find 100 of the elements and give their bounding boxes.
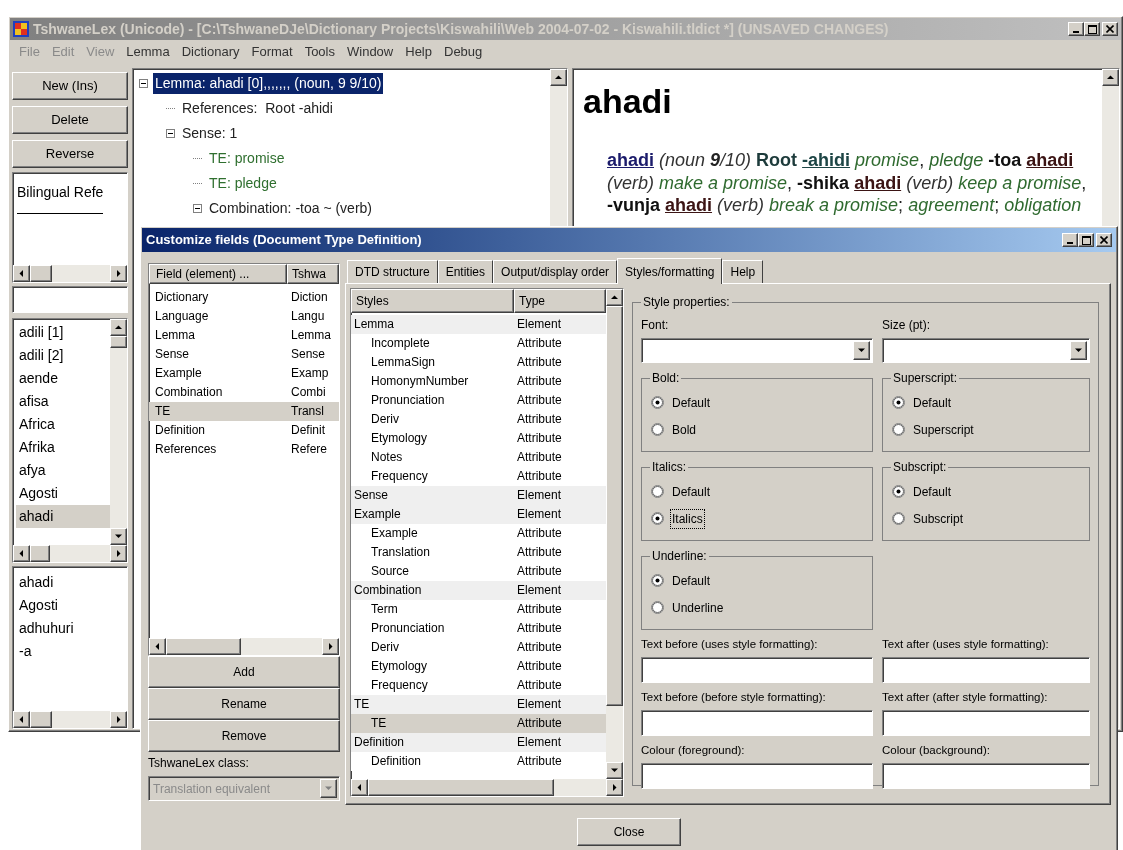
- scroll-right-button[interactable]: [110, 711, 127, 728]
- text-field[interactable]: [882, 710, 1090, 736]
- horizontal-scrollbar[interactable]: [13, 545, 127, 562]
- text-field[interactable]: [641, 710, 873, 736]
- maximize-button[interactable]: [1084, 22, 1100, 36]
- list-item[interactable]: ahadi: [19, 571, 127, 594]
- scroll-up-button[interactable]: [606, 289, 623, 306]
- radio-label[interactable]: Superscript: [912, 420, 975, 439]
- scroll-left-button[interactable]: [351, 779, 368, 796]
- radio-label[interactable]: Default: [671, 482, 712, 501]
- radio-label[interactable]: Bold: [671, 420, 698, 439]
- scroll-left-button[interactable]: [149, 638, 166, 655]
- close-dialog-button[interactable]: Close: [577, 818, 681, 846]
- radio-button[interactable]: [651, 396, 664, 409]
- horizontal-scrollbar[interactable]: [149, 638, 339, 655]
- list-row[interactable]: TE Element: [351, 695, 606, 714]
- list-item[interactable]: Agosti: [19, 594, 127, 617]
- scroll-thumb[interactable]: [368, 779, 554, 796]
- menu-item[interactable]: Dictionary: [175, 42, 246, 62]
- radio-button[interactable]: [892, 485, 905, 498]
- scroll-up-button[interactable]: [550, 69, 567, 86]
- radio-button[interactable]: [651, 512, 664, 525]
- list-item[interactable]: adili [2]: [16, 344, 110, 367]
- text-field[interactable]: [641, 763, 873, 789]
- list-item[interactable]: -a: [19, 640, 127, 663]
- scroll-down-button[interactable]: [606, 762, 623, 779]
- list-row[interactable]: Definition Definit: [149, 421, 339, 440]
- horizontal-scrollbar[interactable]: [351, 779, 623, 796]
- tree-item[interactable]: Combination: -toa ~ (verb): [207, 198, 375, 219]
- horizontal-scrollbar[interactable]: [13, 711, 127, 728]
- size-dropdown[interactable]: [882, 338, 1090, 363]
- tree-item[interactable]: References: Root -ahidi: [180, 98, 335, 119]
- list-row[interactable]: Sense Sense: [149, 345, 339, 364]
- minimize-button[interactable]: [1062, 233, 1078, 247]
- column-header[interactable]: Type: [514, 289, 606, 313]
- command-button[interactable]: Delete: [12, 106, 128, 134]
- radio-button[interactable]: [651, 423, 664, 436]
- tab[interactable]: DTD structure: [347, 260, 438, 283]
- list-item[interactable]: adhuhuri: [19, 617, 127, 640]
- text-field[interactable]: [882, 657, 1090, 683]
- search-field[interactable]: [12, 286, 128, 313]
- list-row[interactable]: References Refere: [149, 440, 339, 459]
- maximize-button[interactable]: [1078, 233, 1094, 247]
- list-item[interactable]: Africa: [16, 413, 110, 436]
- command-button[interactable]: Reverse: [12, 140, 128, 168]
- list-row[interactable]: Language Langu: [149, 307, 339, 326]
- scroll-thumb[interactable]: [110, 336, 127, 348]
- list-item[interactable]: adili [1]: [16, 321, 110, 344]
- scroll-right-button[interactable]: [606, 779, 623, 796]
- command-button[interactable]: Add: [148, 656, 340, 688]
- tree-item[interactable]: TE: pledge: [207, 173, 279, 194]
- scroll-right-button[interactable]: [322, 638, 339, 655]
- list-row[interactable]: Example Element: [351, 505, 606, 524]
- vertical-scrollbar[interactable]: [110, 319, 127, 545]
- scroll-left-button[interactable]: [13, 265, 30, 282]
- command-button[interactable]: New (Ins): [12, 72, 128, 100]
- list-item[interactable]: aende: [16, 367, 110, 390]
- tab[interactable]: Entities: [437, 260, 494, 283]
- radio-label[interactable]: Italics: [671, 509, 704, 528]
- list-row[interactable]: Example Examp: [149, 364, 339, 383]
- radio-label[interactable]: Default: [671, 571, 712, 590]
- collapse-icon[interactable]: [139, 79, 148, 88]
- vertical-scrollbar[interactable]: [606, 289, 623, 779]
- menu-item[interactable]: Debug: [438, 42, 489, 62]
- scroll-right-button[interactable]: [110, 545, 127, 562]
- menu-item[interactable]: Help: [399, 42, 438, 62]
- command-button[interactable]: Remove: [148, 720, 340, 752]
- scroll-thumb[interactable]: [166, 638, 241, 655]
- radio-button[interactable]: [651, 601, 664, 614]
- close-button[interactable]: [1096, 233, 1112, 247]
- radio-label[interactable]: Underline: [671, 598, 725, 617]
- tab[interactable]: Output/display order: [493, 260, 618, 283]
- list-row[interactable]: Lemma Lemma: [149, 326, 339, 345]
- scroll-thumb[interactable]: [30, 265, 52, 282]
- radio-button[interactable]: [892, 396, 905, 409]
- collapse-icon[interactable]: [193, 204, 202, 213]
- scroll-up-button[interactable]: [110, 319, 127, 336]
- radio-button[interactable]: [651, 574, 664, 587]
- list-item[interactable]: afya: [16, 459, 110, 482]
- list-row[interactable]: Combination Element: [351, 581, 606, 600]
- scroll-up-button[interactable]: [1102, 69, 1119, 86]
- radio-label[interactable]: Subscript: [912, 509, 965, 528]
- radio-button[interactable]: [651, 485, 664, 498]
- list-item[interactable]: Agosti: [16, 482, 110, 505]
- scroll-down-button[interactable]: [110, 528, 127, 545]
- list-item[interactable]: afisa: [16, 390, 110, 413]
- font-dropdown[interactable]: [641, 338, 873, 363]
- list-row[interactable]: Definition Element: [351, 733, 606, 752]
- menu-item[interactable]: Format: [245, 42, 299, 62]
- scroll-right-button[interactable]: [110, 265, 127, 282]
- scroll-thumb[interactable]: [30, 545, 50, 562]
- menu-item[interactable]: Lemma: [120, 42, 176, 62]
- minimize-button[interactable]: [1068, 22, 1084, 36]
- tree-item[interactable]: Lemma: ahadi [0],,,,,,, (noun, 9 9/10): [153, 73, 384, 94]
- tree-item[interactable]: TE: promise: [207, 148, 287, 169]
- list-item[interactable]: ahadi: [16, 505, 110, 528]
- close-button[interactable]: [1102, 22, 1118, 36]
- tree-item[interactable]: Sense: 1: [180, 123, 240, 144]
- scroll-left-button[interactable]: [13, 711, 30, 728]
- radio-label[interactable]: Default: [912, 482, 953, 501]
